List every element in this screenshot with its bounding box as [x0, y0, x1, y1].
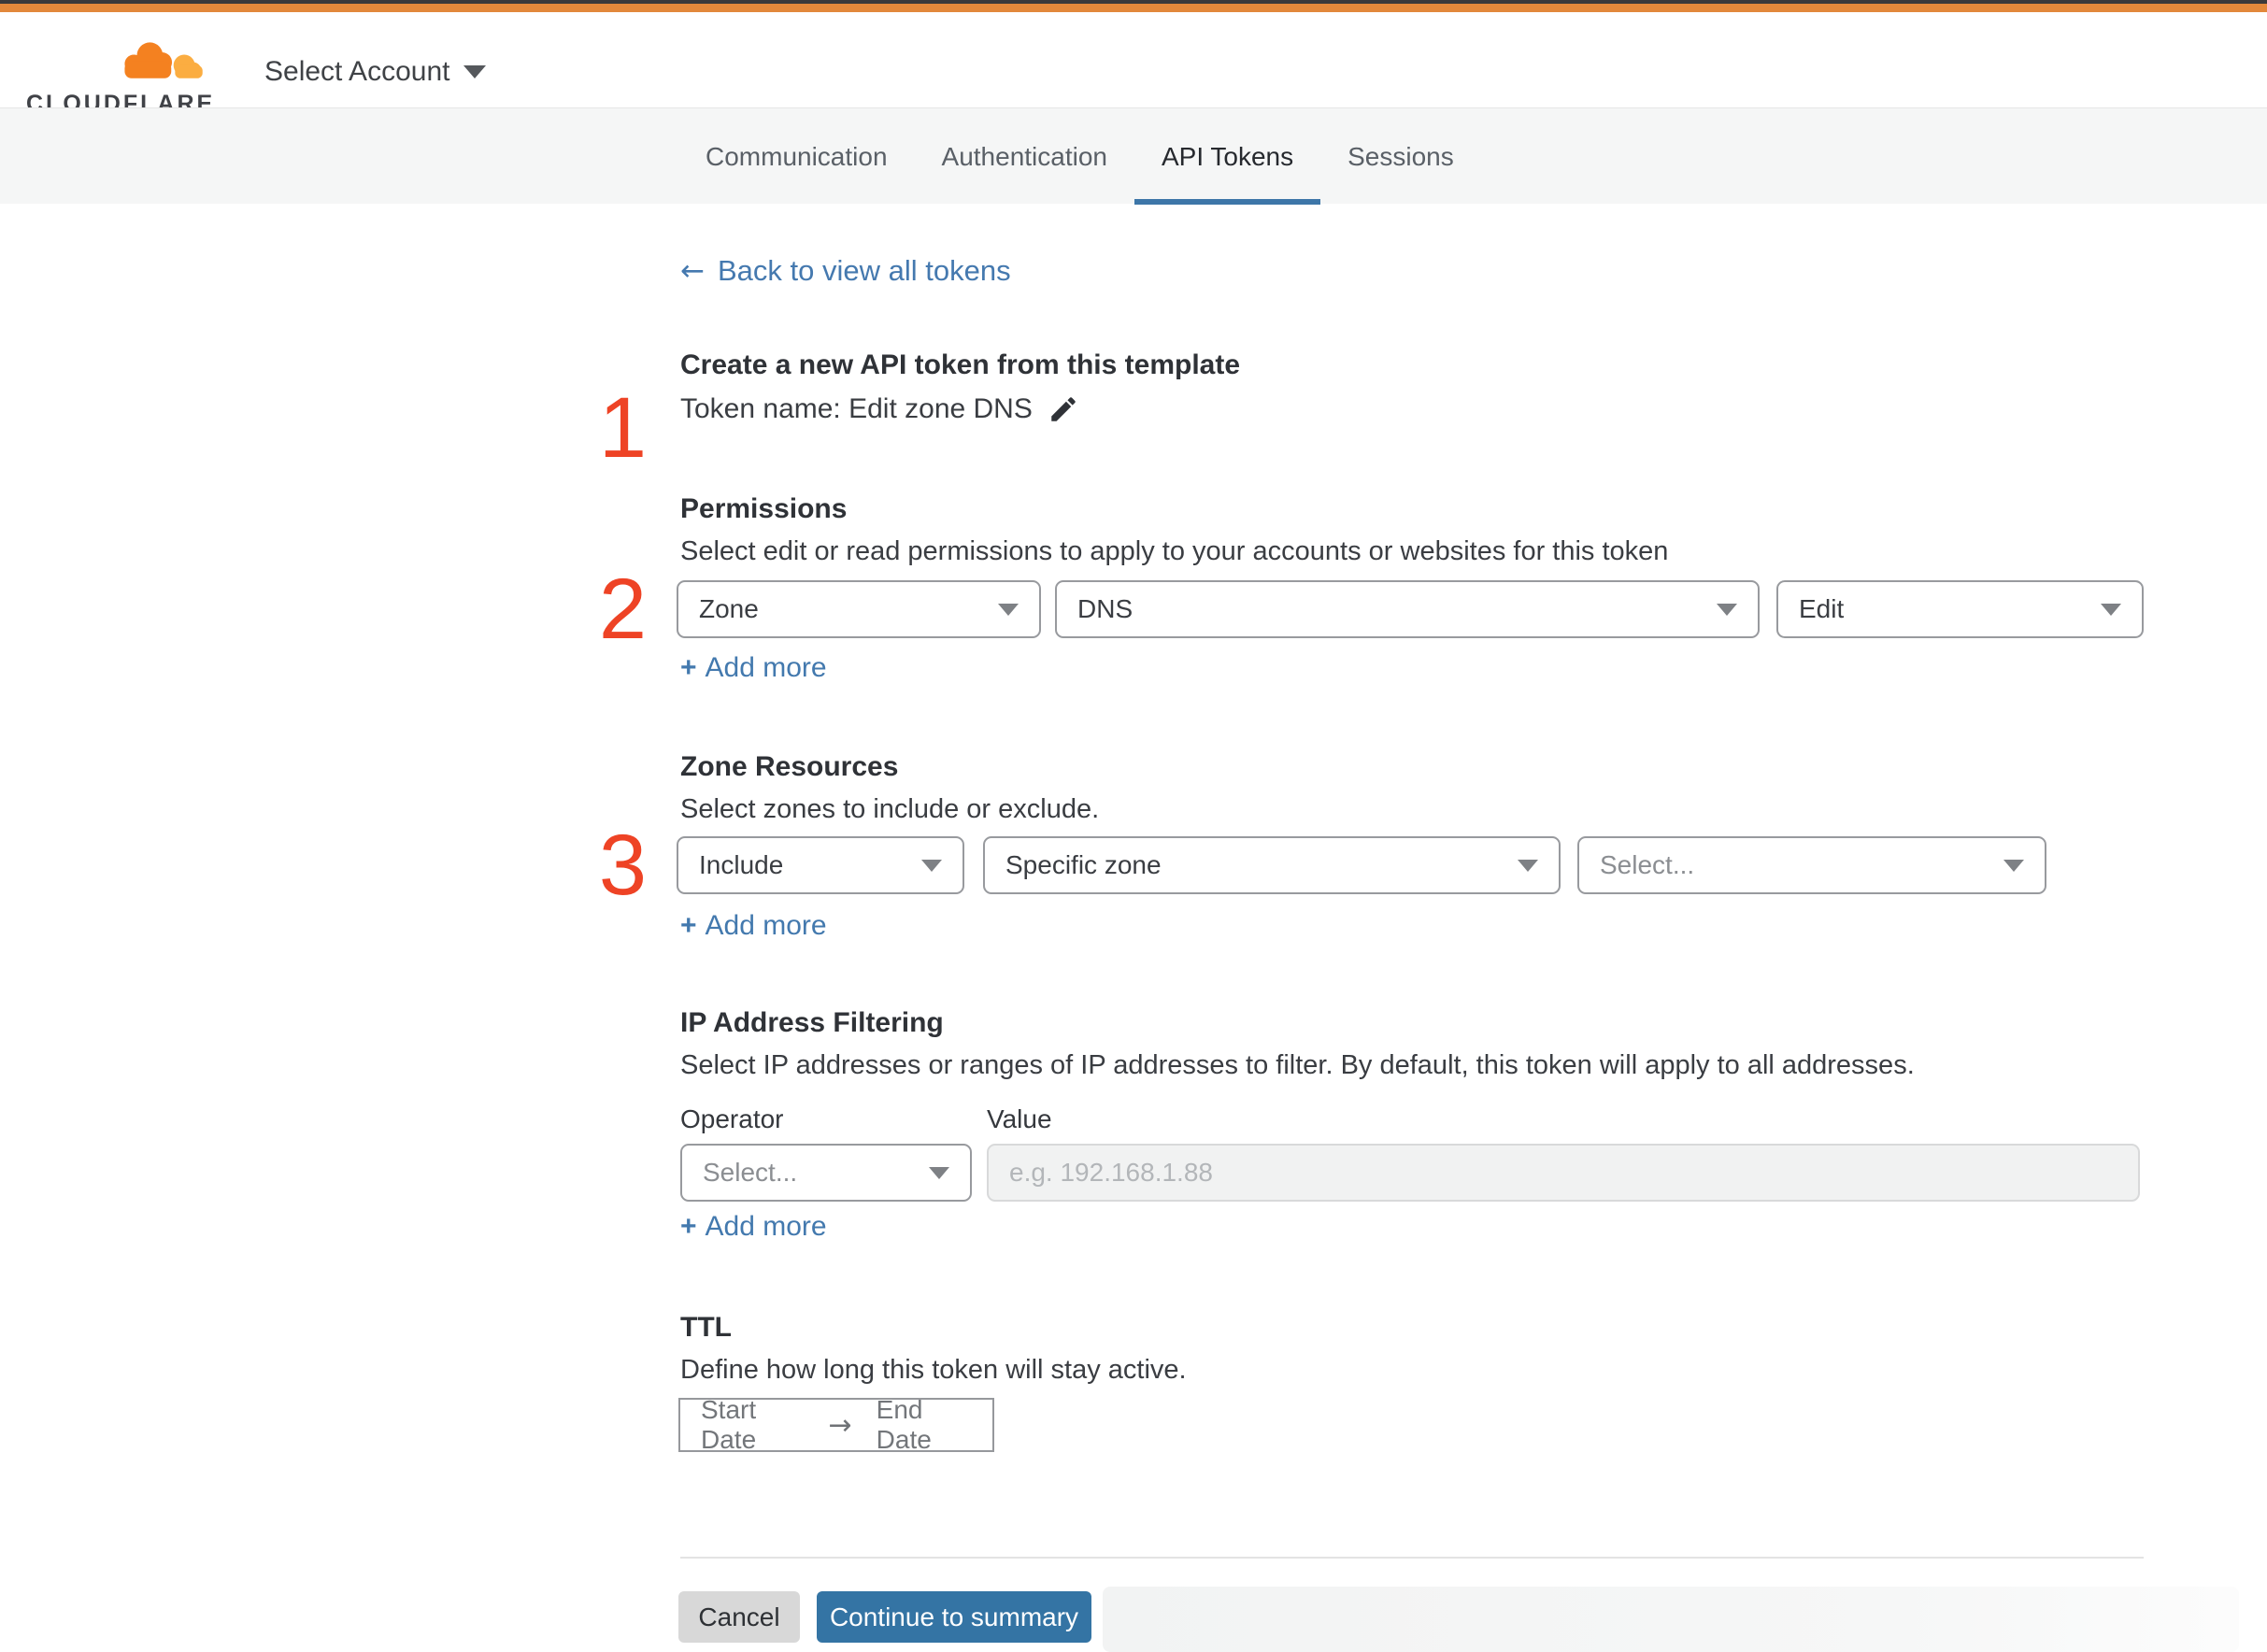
zone-picker-select[interactable]: Select...: [1577, 836, 2046, 894]
plus-icon: +: [680, 652, 697, 683]
edit-pencil-icon[interactable]: [1048, 393, 1079, 425]
chevron-down-icon: [463, 65, 487, 78]
account-selector[interactable]: Select Account: [264, 24, 487, 120]
cloudflare-create-api-token-page: CLOUDFLARE Select Account Communication …: [0, 0, 2267, 1652]
chevron-down-icon: [1717, 603, 1737, 616]
token-name-text: Token name: Edit zone DNS: [680, 393, 1033, 424]
footer-divider: [680, 1557, 2144, 1559]
end-date-placeholder: End Date: [876, 1395, 932, 1454]
token-name-row: Token name: Edit zone DNS: [680, 393, 1079, 425]
chevron-down-icon: [929, 1166, 949, 1179]
zone-resources-description: Select zones to include or exclude.: [680, 794, 1100, 824]
tab-authentication[interactable]: Authentication: [915, 108, 1134, 205]
tab-communication[interactable]: Communication: [678, 108, 915, 205]
right-arrow-icon: →: [828, 1408, 852, 1442]
zone-resources-title: Zone Resources: [680, 751, 899, 782]
permissions-add-more-link[interactable]: + Add more: [680, 652, 827, 684]
back-link-label: Back to view all tokens: [717, 254, 1011, 287]
ip-operator-select[interactable]: Select...: [680, 1144, 972, 1202]
continue-to-summary-button[interactable]: Continue to summary: [817, 1591, 1091, 1643]
chevron-down-icon: [2101, 603, 2121, 616]
permission-access-select[interactable]: Edit: [1776, 580, 2144, 638]
step-number-3: 3: [598, 818, 647, 913]
plus-icon: +: [680, 910, 697, 941]
permission-scope-value: Zone: [699, 594, 759, 623]
tab-sessions[interactable]: Sessions: [1320, 108, 1481, 205]
permission-scope-select[interactable]: Zone: [677, 580, 1041, 638]
chevron-down-icon: [998, 603, 1019, 616]
chevron-down-icon: [2003, 859, 2024, 872]
cancel-button[interactable]: Cancel: [678, 1591, 800, 1643]
brand-accent-bar: [0, 4, 2267, 12]
chevron-down-icon: [921, 859, 942, 872]
permission-group-select[interactable]: DNS: [1055, 580, 1760, 638]
app-header: CLOUDFLARE Select Account: [0, 12, 2267, 117]
ttl-title: TTL: [680, 1312, 732, 1343]
zone-include-select[interactable]: Include: [677, 836, 964, 894]
page-title: Create a new API token from this templat…: [680, 349, 1241, 380]
zone-resources-add-more-link[interactable]: + Add more: [680, 910, 827, 942]
tabs: Communication Authentication API Tokens …: [678, 108, 1481, 205]
ip-filtering-add-more-link[interactable]: + Add more: [680, 1211, 827, 1243]
permissions-description: Select edit or read permissions to apply…: [680, 536, 1669, 566]
ip-value-input: [987, 1144, 2140, 1202]
plus-icon: +: [680, 1211, 697, 1242]
value-label: Value: [987, 1104, 1052, 1133]
ip-operator-placeholder: Select...: [703, 1158, 798, 1187]
footer-loading-shimmer: [1103, 1587, 2239, 1652]
ttl-description: Define how long this token will stay act…: [680, 1355, 1187, 1385]
profile-tabbar: Communication Authentication API Tokens …: [0, 107, 2267, 205]
permissions-title: Permissions: [680, 493, 848, 524]
zone-type-value: Specific zone: [1005, 850, 1162, 879]
ip-filtering-title: IP Address Filtering: [680, 1007, 944, 1038]
tab-api-tokens[interactable]: API Tokens: [1134, 108, 1321, 205]
operator-label: Operator: [680, 1104, 784, 1133]
ip-filtering-description: Select IP addresses or ranges of IP addr…: [680, 1050, 1915, 1080]
account-selector-label: Select Account: [264, 56, 450, 87]
back-arrow-icon: ←: [680, 254, 705, 288]
ttl-date-range-picker[interactable]: Start Date → End Date: [678, 1395, 994, 1454]
zone-picker-placeholder: Select...: [1600, 850, 1695, 879]
chevron-down-icon: [1518, 859, 1538, 872]
zone-type-select[interactable]: Specific zone: [983, 836, 1561, 894]
step-number-1: 1: [598, 380, 647, 476]
start-date-placeholder: Start Date: [701, 1395, 757, 1454]
permission-access-value: Edit: [1799, 594, 1845, 623]
back-to-tokens-link[interactable]: ← Back to view all tokens: [680, 254, 1011, 288]
zone-include-value: Include: [699, 850, 784, 879]
step-number-2: 2: [598, 562, 647, 657]
permission-group-value: DNS: [1077, 594, 1134, 623]
cloudflare-logo-icon: [124, 42, 203, 82]
